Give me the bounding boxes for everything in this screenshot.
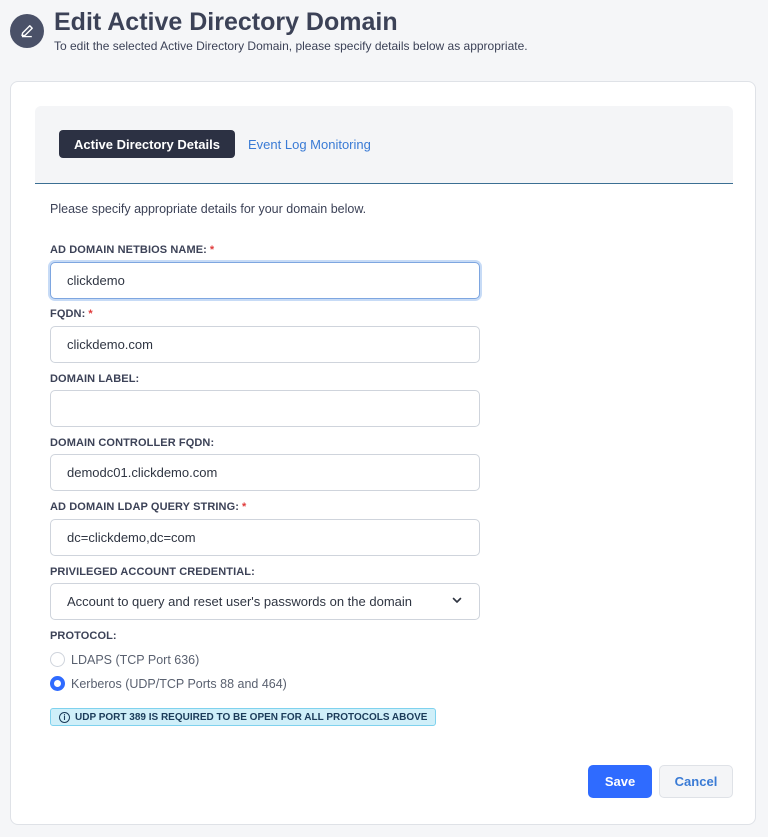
fqdn-input[interactable]: clickdemo.com [50, 326, 480, 363]
dc-fqdn-input[interactable]: demodc01.clickdemo.com [50, 454, 480, 491]
tab-event-log-monitoring[interactable]: Event Log Monitoring [248, 137, 371, 152]
page-subtitle: To edit the selected Active Directory Do… [54, 39, 528, 53]
radio-button[interactable] [50, 652, 65, 667]
required-marker: * [88, 308, 93, 320]
cancel-button[interactable]: Cancel [659, 765, 733, 798]
protocol-option-ldaps[interactable]: LDAPS (TCP Port 636) [50, 652, 199, 667]
form-intro: Please specify appropriate details for y… [50, 202, 367, 216]
required-marker: * [209, 244, 215, 256]
credential-label: PRIVILEGED ACCOUNT CREDENTIAL: [50, 566, 255, 578]
ldap-query-input[interactable]: dc=clickdemo,dc=com [50, 519, 480, 556]
fqdn-label: FQDN: * [50, 308, 93, 320]
dc-fqdn-label: DOMAIN CONTROLLER FQDN: [50, 437, 215, 449]
radio-button-checked[interactable] [50, 676, 65, 691]
save-button[interactable]: Save [588, 765, 652, 798]
credential-select[interactable]: Account to query and reset user's passwo… [50, 583, 480, 620]
tab-bar: Active Directory Details Event Log Monit… [35, 106, 733, 184]
domain-label-input[interactable] [50, 390, 480, 427]
netbios-label: AD DOMAIN NETBIOS NAME: * [50, 244, 215, 256]
form-card: Active Directory Details Event Log Monit… [10, 81, 756, 825]
domain-label-label: DOMAIN LABEL: [50, 373, 140, 385]
page-title: Edit Active Directory Domain [54, 8, 398, 36]
chevron-down-icon [451, 594, 463, 609]
port-notice-badge: i UDP PORT 389 IS REQUIRED TO BE OPEN FO… [50, 708, 437, 726]
protocol-option-kerberos[interactable]: Kerberos (UDP/TCP Ports 88 and 464) [50, 676, 287, 691]
protocol-label: PROTOCOL: [50, 630, 117, 642]
netbios-name-input[interactable]: clickdemo [50, 262, 480, 299]
pencil-icon [10, 14, 44, 48]
tab-active-directory-details[interactable]: Active Directory Details [59, 130, 235, 158]
ldap-query-label: AD DOMAIN LDAP QUERY STRING: * [50, 501, 247, 513]
required-marker: * [242, 501, 247, 513]
info-icon: i [59, 711, 70, 723]
